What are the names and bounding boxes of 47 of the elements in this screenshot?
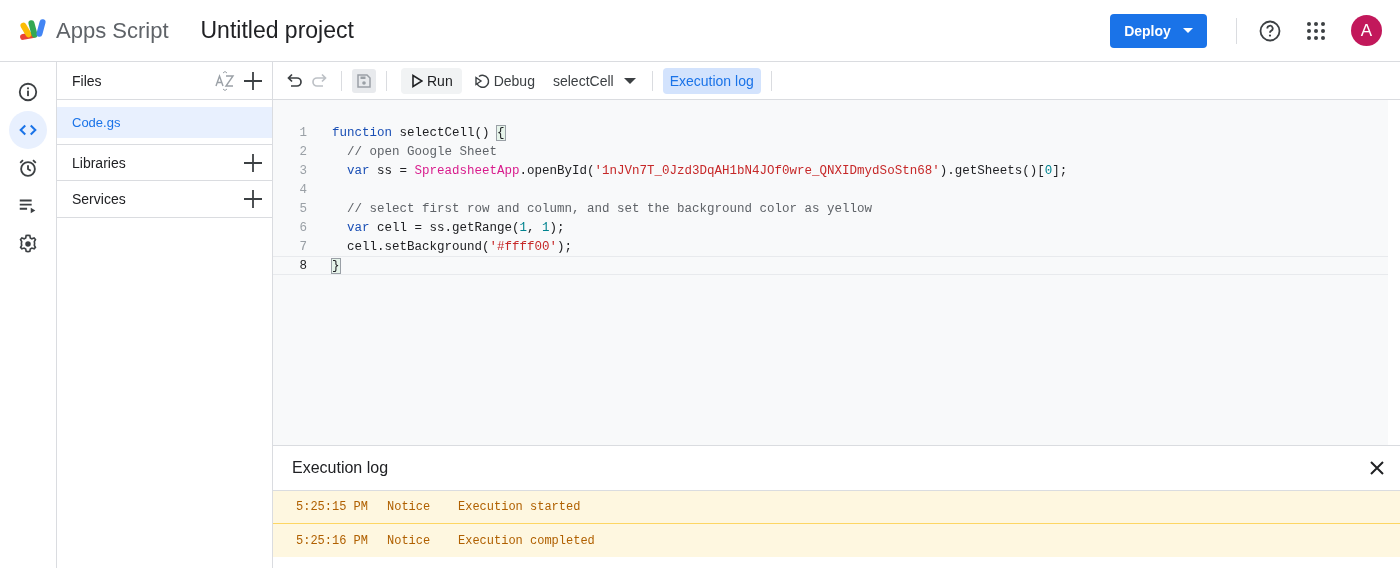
settings-icon	[17, 233, 39, 255]
line-number: 5	[298, 201, 307, 216]
save-icon	[356, 72, 372, 89]
line-number: 7	[298, 239, 307, 254]
debug-icon	[473, 72, 490, 89]
deploy-button[interactable]: Deploy	[1110, 13, 1207, 48]
code-line: // select first row and column, and set the background color as yellow	[346, 201, 873, 216]
line-number: 2	[298, 144, 307, 159]
code-line: function selectCell() {	[332, 125, 505, 140]
line-number: 6	[298, 220, 307, 235]
code-line: cell.setBackground('#ffff00');	[346, 239, 573, 254]
log-level: Notice	[387, 500, 432, 514]
panel-title: Files	[72, 72, 103, 89]
debug-button[interactable]: Debug	[465, 67, 543, 94]
execution-log-toggle[interactable]: Execution log	[662, 67, 761, 94]
log-message: Execution started	[458, 500, 581, 514]
log-time: 5:25:15 PM	[296, 500, 369, 514]
run-button[interactable]: Run	[401, 67, 462, 94]
info-icon	[17, 81, 39, 103]
code-line: // open Google Sheet	[346, 144, 498, 159]
panel-title: Execution log	[292, 459, 390, 477]
function-dropdown[interactable]: selectCell	[546, 67, 642, 94]
line-number: 8	[298, 258, 307, 273]
alarm-clock-icon	[17, 157, 39, 179]
code-line: var ss = SpreadsheetApp.openById('1nJVn7T_0Jzd3DqAH1bN4JOf0wre_QNXIDmydSoStn68').getSheets()[0];	[346, 163, 1068, 178]
section-label[interactable]: Libraries	[72, 154, 243, 171]
add-icon[interactable]	[243, 189, 263, 209]
section-label[interactable]: Services	[72, 191, 243, 207]
play-icon	[411, 73, 423, 88]
apps-grid-icon[interactable]	[1305, 19, 1327, 42]
line-number: 1	[298, 125, 307, 140]
code-line: var cell = ss.getRange(1, 1);	[346, 220, 565, 235]
line-number: 4	[298, 182, 307, 197]
product-name: Apps Script	[56, 17, 169, 44]
log-level: Notice	[387, 533, 432, 548]
file-item[interactable]: Code.gs	[57, 107, 272, 138]
log-message: Execution completed	[458, 533, 595, 548]
log-time: 5:25:16 PM	[296, 533, 369, 548]
sort-az-icon[interactable]	[215, 70, 235, 91]
add-icon[interactable]	[243, 152, 263, 173]
line-number: 3	[298, 163, 307, 178]
avatar[interactable]: A	[1351, 15, 1382, 46]
caret-icon	[623, 77, 636, 84]
add-icon[interactable]	[243, 70, 263, 91]
project-title[interactable]: Untitled project	[200, 17, 354, 44]
help-icon[interactable]	[1259, 19, 1281, 42]
caret-icon	[1182, 28, 1193, 33]
